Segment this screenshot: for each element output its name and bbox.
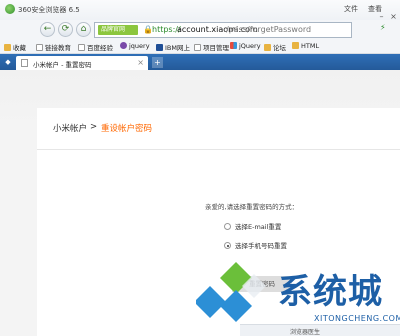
jquery-logo-icon (230, 42, 237, 49)
browser-title: 360安全浏览器 6.5 (18, 6, 80, 14)
bookmark-8[interactable]: HTML (292, 42, 319, 50)
back-button[interactable]: ← (40, 22, 55, 37)
folder-icon (264, 44, 271, 51)
ibm-icon (156, 44, 163, 51)
option-phone[interactable]: 选择手机号码重置 (224, 240, 287, 250)
bookmark-6[interactable]: jQuery (230, 42, 261, 50)
tab-label: 小米帐户 - 重置密码 (33, 61, 92, 69)
status-bar: 浏览器医生 (240, 324, 400, 336)
page-content: 小米帐户 > 重设帐户密码 (0, 70, 400, 336)
navigation-bar: ← ⟳ ⌂ 品牌官网 🔒 https:// account.xiaomi.com… (0, 20, 400, 41)
breadcrumb-current: 重设帐户密码 (101, 124, 153, 134)
bookmark-2[interactable]: 百度经验 (78, 42, 113, 52)
breadcrumb-separator: > (90, 122, 98, 132)
menu-file[interactable]: 文件 (344, 4, 358, 14)
browser-doctor-label[interactable]: 浏览器医生 (290, 327, 320, 336)
bookmark-5[interactable]: 项目管理 (194, 42, 229, 52)
breadcrumb-account[interactable]: 小米帐户 (53, 122, 87, 134)
option-phone-label: 选择手机号码重置 (235, 242, 287, 250)
refresh-button[interactable]: ⟳ (58, 22, 73, 37)
reset-password-card: 小米帐户 > 重设帐户密码 (37, 108, 400, 336)
browser-titlebar: 360安全浏览器 6.5 文件 查看 – × (0, 0, 400, 22)
breadcrumb: 小米帐户 > 重设帐户密码 (37, 108, 400, 150)
jquery-icon (120, 42, 127, 49)
bookmark-1[interactable]: 链接教育 (36, 42, 71, 52)
bookmark-4[interactable]: IBM网上 (156, 42, 190, 52)
option-email-label: 选择E-mail重置 (235, 223, 282, 231)
tab-bar: ◆ 小米帐户 - 重置密码 × + (0, 54, 400, 70)
folder-icon (292, 42, 299, 49)
reset-button[interactable]: 重置密码 (232, 276, 292, 292)
tab-menu-icon[interactable]: ◆ (3, 57, 13, 67)
back-arrow-icon: ← (43, 24, 52, 34)
tab-reset-password[interactable]: 小米帐户 - 重置密码 × (16, 56, 148, 70)
radio-email[interactable] (224, 223, 231, 230)
bookmarks-bar: 收藏 链接教育 百度经验 jquery IBM网上 项目管理 jQuery 论坛… (0, 40, 400, 54)
home-button[interactable]: ⌂ (76, 22, 91, 37)
speed-mode-icon[interactable]: ⚡ (380, 23, 386, 32)
refresh-icon: ⟳ (61, 24, 70, 34)
star-icon (4, 44, 11, 51)
url-path: /pass/forgetPassword (226, 25, 312, 34)
page-icon (194, 44, 201, 51)
page-icon (78, 44, 85, 51)
page-icon (36, 44, 43, 51)
address-bar[interactable]: 品牌官网 🔒 https:// account.xiaomi.com /pass… (94, 22, 352, 38)
bookmark-3[interactable]: jquery (120, 42, 150, 50)
bookmark-7[interactable]: 论坛 (264, 42, 286, 52)
home-icon: ⌂ (80, 24, 87, 34)
bookmark-favorites[interactable]: 收藏 (4, 42, 26, 52)
verified-site-badge: 品牌官网 (98, 25, 138, 35)
new-tab-button[interactable]: + (152, 57, 163, 68)
browser-logo-icon (5, 4, 15, 14)
radio-phone[interactable] (224, 242, 231, 249)
page-favicon-icon (21, 59, 28, 67)
tab-close-icon[interactable]: × (137, 58, 144, 67)
option-email[interactable]: 选择E-mail重置 (224, 221, 281, 231)
reset-method-prompt: 亲爱的,请选择重置密码的方式： (205, 203, 299, 211)
